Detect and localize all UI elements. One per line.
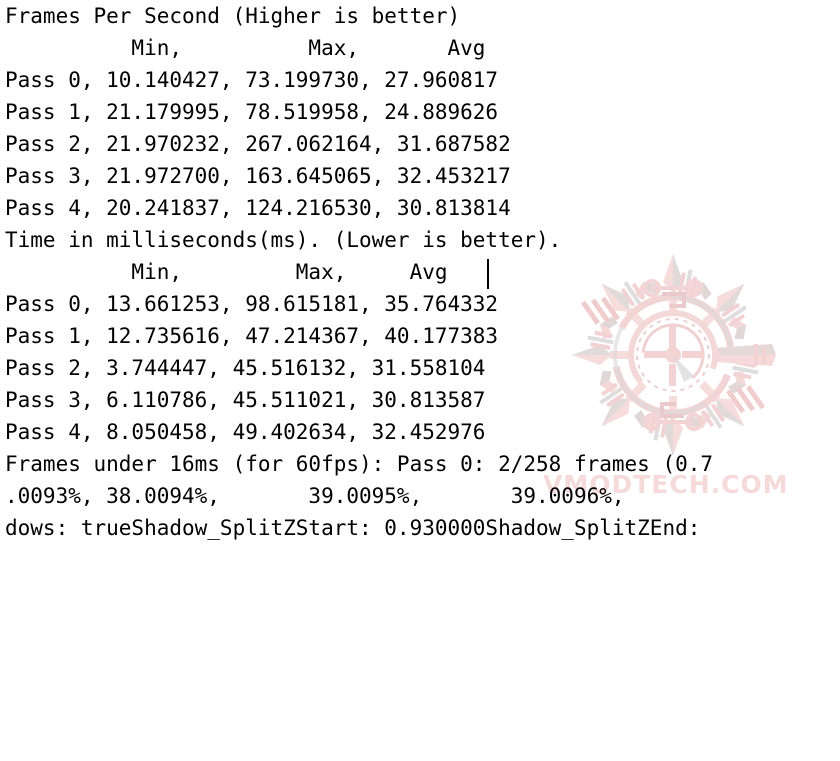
- ms-row: Pass 4, 8.050458, 49.402634, 32.452976: [5, 420, 486, 444]
- fps-column-header: Min, Max, Avg: [5, 36, 486, 60]
- fps-row: Pass 4, 20.241837, 124.216530, 30.813814: [5, 196, 511, 220]
- ms-row: Pass 2, 3.744447, 45.516132, 31.558104: [5, 356, 486, 380]
- fps-row: Pass 3, 21.972700, 163.645065, 32.453217: [5, 164, 511, 188]
- frames-under-16ms-line: Frames under 16ms (for 60fps): Pass 0: 2…: [5, 452, 714, 476]
- ms-row: Pass 3, 6.110786, 45.511021, 30.813587: [5, 388, 486, 412]
- ms-section-title: Time in milliseconds(ms). (Lower is bett…: [5, 228, 562, 252]
- fps-section-title: Frames Per Second (Higher is better): [5, 4, 461, 28]
- ms-row: Pass 1, 12.735616, 47.214367, 40.177383: [5, 324, 499, 348]
- shadow-settings-line: dows: trueShadow_SplitZStart: 0.930000Sh…: [5, 516, 701, 540]
- fps-row: Pass 0, 10.140427, 73.199730, 27.960817: [5, 68, 499, 92]
- percent-values-line: .0093%, 38.0094%, 39.0095%, 39.0096%,: [5, 484, 625, 508]
- text-caret: [487, 259, 489, 289]
- console-screen: VMODTECH.COM Frames Per Second (Higher i…: [0, 0, 840, 761]
- fps-row: Pass 2, 21.970232, 267.062164, 31.687582: [5, 132, 511, 156]
- fps-row: Pass 1, 21.179995, 78.519958, 24.889626: [5, 100, 499, 124]
- radial-tribal-emblem-icon: [572, 254, 776, 456]
- ms-column-header: Min, Max, Avg: [5, 260, 448, 284]
- ms-row: Pass 0, 13.661253, 98.615181, 35.764332: [5, 292, 499, 316]
